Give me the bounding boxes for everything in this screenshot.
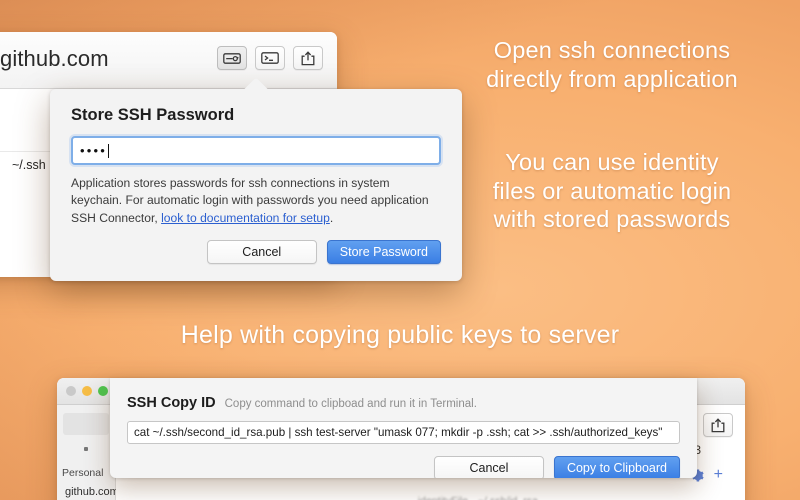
command-input[interactable]: cat ~/.ssh/second_id_rsa.pub | ssh test-… bbox=[127, 421, 680, 444]
host-title: github.com bbox=[0, 46, 109, 71]
password-input[interactable]: •••• bbox=[71, 136, 441, 165]
detail-row-key: identityFile bbox=[406, 493, 468, 500]
sheet-button-row: Cancel Copy to Clipboard bbox=[127, 456, 680, 478]
store-password-icon[interactable] bbox=[217, 46, 247, 70]
host-field-key: identityFile bbox=[0, 158, 12, 172]
sheet-header: SSH Copy ID Copy command to clipboad and… bbox=[127, 395, 680, 411]
zoom-button[interactable] bbox=[98, 386, 108, 396]
close-button[interactable] bbox=[66, 386, 76, 396]
sheet-subtitle: Copy command to clipboad and run it in T… bbox=[224, 398, 477, 410]
sidebar-group-personal: Personal bbox=[62, 467, 104, 479]
sidebar-item-label: github.com bbox=[65, 486, 119, 498]
text-caret bbox=[108, 143, 110, 158]
detail-row: identityFile ~/.ssh/id_rsa bbox=[406, 493, 578, 500]
sidebar-item-github[interactable]: github.com bbox=[57, 486, 119, 498]
host-field-key: HostName bbox=[0, 105, 12, 119]
cancel-button[interactable]: Cancel bbox=[433, 456, 544, 478]
terminal-icon[interactable] bbox=[255, 46, 285, 70]
sidebar-bullet-icon bbox=[84, 447, 88, 451]
plus-icon[interactable]: + bbox=[714, 467, 723, 483]
host-field-value: ~/.ssh bbox=[12, 158, 46, 172]
popover-description-text-2: . bbox=[329, 210, 334, 225]
caption-top: Open ssh connections directly from appli… bbox=[486, 37, 738, 92]
popover-arrow bbox=[242, 78, 272, 90]
screenshot-stage: github.com ~/.ssh Store SSH Password •••… bbox=[0, 0, 800, 500]
copy-to-clipboard-button[interactable]: Copy to Clipboard bbox=[553, 456, 680, 478]
store-ssh-password-popover: Store SSH Password •••• Application stor… bbox=[50, 89, 462, 281]
command-text: cat ~/.ssh/second_id_rsa.pub | ssh test-… bbox=[134, 426, 663, 439]
popover-title: Store SSH Password bbox=[71, 106, 235, 124]
traffic-lights bbox=[66, 386, 108, 396]
cancel-button[interactable]: Cancel bbox=[206, 239, 317, 264]
detail-row-value: ~/.ssh/id_rsa bbox=[478, 495, 538, 500]
share-icon[interactable] bbox=[293, 46, 323, 70]
popover-description: Application stores passwords for ssh con… bbox=[71, 175, 441, 227]
minimize-button[interactable] bbox=[82, 386, 92, 396]
detail-rows: identityFile~/.ssh/id_rsa IdentityFile~/… bbox=[406, 493, 578, 500]
documentation-link[interactable]: look to documentation for setup bbox=[161, 211, 330, 225]
share-icon[interactable] bbox=[703, 413, 733, 437]
popover-button-row: Cancel Store Password bbox=[71, 239, 441, 264]
caption-bottom: Help with copying public keys to server bbox=[180, 321, 620, 349]
store-password-button[interactable]: Store Password bbox=[326, 239, 441, 264]
caption-middle: You can use identity files or automatic … bbox=[492, 149, 732, 233]
password-value: •••• bbox=[80, 143, 108, 158]
host-window-toolbar bbox=[217, 46, 323, 70]
sidebar-search-field[interactable] bbox=[63, 413, 109, 435]
ssh-copy-id-sheet: SSH Copy ID Copy command to clipboad and… bbox=[110, 378, 697, 478]
host-window-titlebar: github.com bbox=[0, 32, 337, 89]
sidebar: Personal github.com bbox=[57, 405, 119, 500]
sheet-title: SSH Copy ID bbox=[127, 395, 216, 411]
